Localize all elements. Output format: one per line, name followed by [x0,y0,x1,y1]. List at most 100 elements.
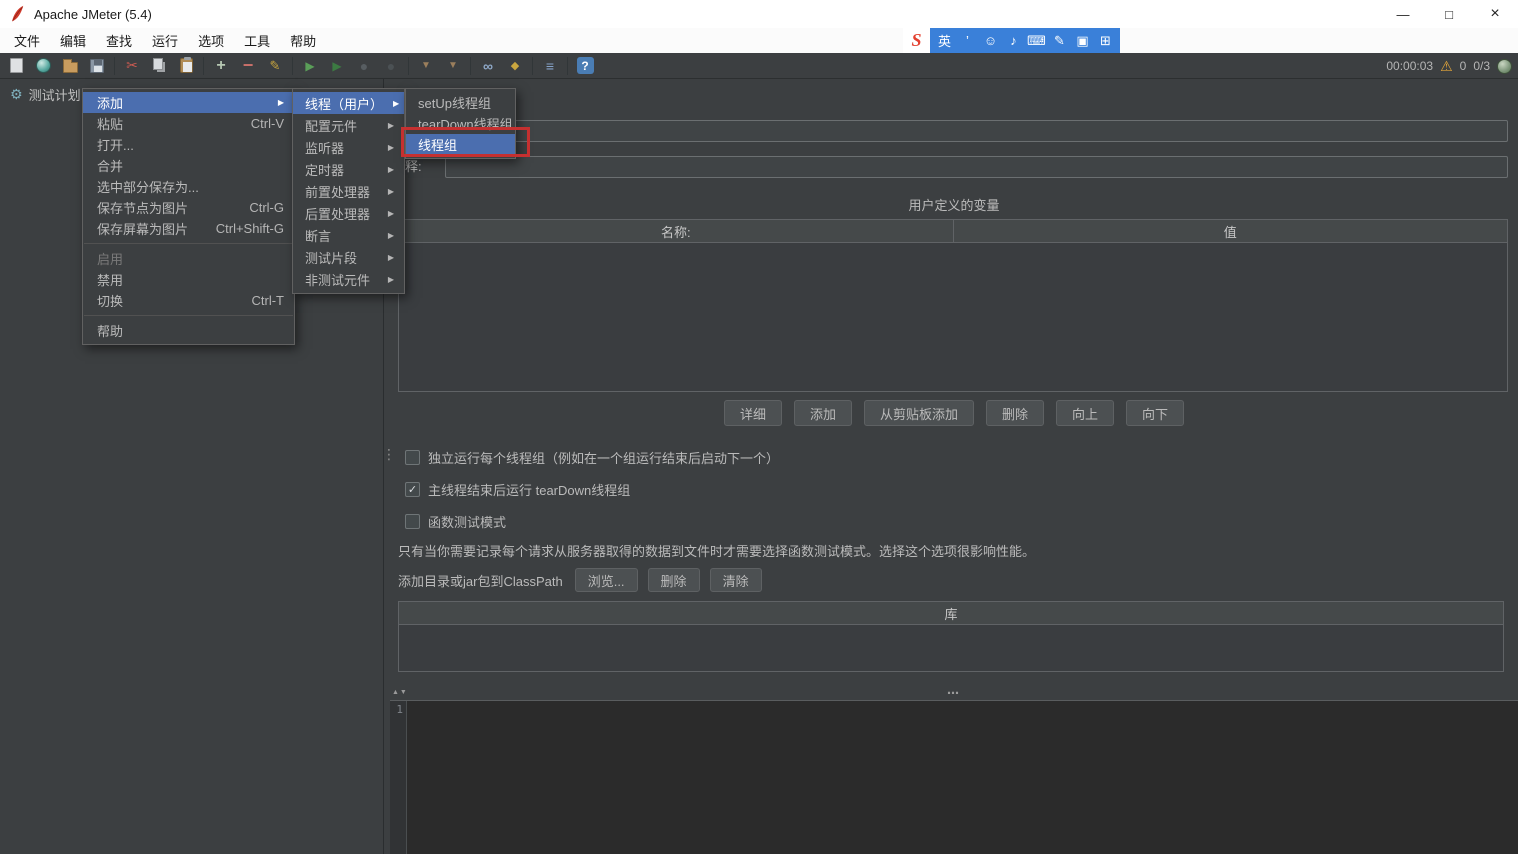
menu-item-paste[interactable]: 粘贴 Ctrl-V [83,113,294,134]
start-icon[interactable]: ▶ [300,56,320,76]
shutdown-icon[interactable]: ● [381,56,401,76]
menu-run[interactable]: 运行 [142,28,188,53]
expand-all-icon[interactable]: + [211,56,231,76]
udv-actions: 详细 添加 从剪贴板添加 删除 向上 向下 [390,400,1518,426]
keyboard-icon[interactable]: ⌨ [1025,33,1048,49]
collapse-all-icon[interactable]: − [238,55,258,76]
save-icon[interactable] [87,56,107,76]
microphone-icon[interactable]: ♪ [1002,33,1025,48]
menu-item-label: 切换 [97,294,124,309]
toggle-icon[interactable]: ✎ [265,56,285,76]
maximize-button[interactable]: □ [1426,0,1472,28]
menu-item-label: 帮助 [97,324,124,339]
teardown-run-label: 主线程结束后运行 tearDown线程组 [428,483,631,498]
menu-item-open[interactable]: 打开... [83,134,294,155]
serial-run-row: 独立运行每个线程组（例如在一个组运行结束后启动下一个） [405,449,779,466]
detail-button[interactable]: 详细 [723,400,782,426]
lang-indicator[interactable]: 英 [933,31,956,50]
menu-item-test-fragment[interactable]: 测试片段 ▶ [293,246,404,268]
window-title: Apache JMeter (5.4) [34,6,152,22]
udv-table-body[interactable] [399,243,1507,391]
submenu-arrow-icon: ▶ [387,142,394,152]
menu-edit[interactable]: 编辑 [50,28,96,53]
menu-item-toggle[interactable]: 切换 Ctrl-T [83,290,294,311]
menu-item-help[interactable]: 帮助 [83,320,294,341]
menu-item-assertion[interactable]: 断言 ▶ [293,224,404,246]
clear-one-icon[interactable]: ▼ [416,56,436,76]
classpath-clear-button[interactable]: 清除 [709,568,762,592]
menu-options[interactable]: 选项 [188,28,234,53]
menu-item-save-selection-as[interactable]: 选中部分保存为... [83,176,294,197]
help-icon[interactable]: ? [575,56,595,76]
copy-icon[interactable] [149,56,169,76]
menu-item-config-element[interactable]: 配置元件 ▶ [293,114,404,136]
library-table: 库 [398,601,1504,672]
menu-item-listener[interactable]: 监听器 ▶ [293,136,404,158]
new-plan-icon[interactable] [6,56,26,76]
close-button[interactable]: × [1472,0,1518,28]
menu-search[interactable]: 查找 [96,28,142,53]
down-button[interactable]: 向下 [1126,400,1185,426]
grid-icon[interactable]: ⊞ [1094,33,1117,49]
open-file-icon[interactable] [60,56,80,76]
emoji-face-icon[interactable]: ☺ [979,33,1002,48]
apostrophe-icon[interactable]: ’ [956,33,979,48]
functional-test-checkbox[interactable] [405,514,420,529]
search-icon[interactable]: ∞ [478,56,498,76]
titlebar: Apache JMeter (5.4) — □ × [0,0,1518,28]
menu-item-setup-thread-group[interactable]: setUp线程组 [406,92,515,113]
handwriting-icon[interactable]: ✎ [1048,33,1071,49]
warning-count: 0 [1459,59,1467,73]
menubar: 文件 编辑 查找 运行 选项 工具 帮助 S 英 ’ ☺ ♪ ⌨ ✎ ▣ ⊞ [0,28,1518,53]
teardown-run-checkbox[interactable]: ✓ [405,482,420,497]
menu-item-threads-users[interactable]: 线程（用户） ▶ [293,92,404,114]
menu-item-label: 打开... [97,138,134,153]
warning-icon[interactable]: ⚠ [1440,58,1453,75]
templates-icon[interactable] [33,56,53,76]
menu-shortcut: Ctrl-V [250,116,284,131]
minimize-button[interactable]: — [1380,0,1426,28]
menu-help[interactable]: 帮助 [280,28,326,53]
delete-button[interactable]: 删除 [986,400,1045,426]
up-button[interactable]: 向上 [1056,400,1115,426]
start-no-pauses-icon[interactable]: ▶ [327,56,347,76]
function-helper-icon[interactable]: ≡ [540,56,560,76]
menu-item-disable[interactable]: 禁用 [83,269,294,290]
browse-button[interactable]: 浏览... [574,568,638,592]
log-editor[interactable] [407,701,1518,854]
toolbar: ✂ + − ✎ ▶ ▶ ● ● ▼ ▼ ∞ ◆ ≡ ? 00:00:03 ⚠ 0… [0,53,1518,79]
menu-item-add[interactable]: 添加 ▶ [83,92,294,113]
functional-test-label: 函数测试模式 [428,515,507,530]
search-reset-icon[interactable]: ◆ [505,56,525,76]
add-button[interactable]: 添加 [793,400,852,426]
menu-item-enable[interactable]: 启用 [83,248,294,269]
menu-item-merge[interactable]: 合并 [83,155,294,176]
comments-input[interactable] [445,156,1508,178]
classpath-delete-button[interactable]: 删除 [647,568,700,592]
menu-item-non-test-element[interactable]: 非测试元件 ▶ [293,268,404,290]
menu-item-label: 后置处理器 [305,206,371,222]
submenu-arrow-icon: ▶ [387,164,394,174]
menu-item-save-screen-as-image[interactable]: 保存屏幕为图片 Ctrl+Shift-G [83,218,294,239]
skin-icon[interactable]: ▣ [1071,33,1094,49]
clear-all-icon[interactable]: ▼ [443,56,463,76]
classpath-row: 添加目录或jar包到ClassPath 浏览... 删除 清除 [398,568,762,592]
log-line-number: 1 [396,703,403,716]
paste-icon[interactable] [176,56,196,76]
add-from-clipboard-button[interactable]: 从剪贴板添加 [863,400,974,426]
stop-icon[interactable]: ● [354,56,374,76]
menu-file[interactable]: 文件 [4,28,50,53]
menu-item-postprocessor[interactable]: 后置处理器 ▶ [293,202,404,224]
sogou-logo-icon[interactable]: S [903,28,930,53]
menu-item-save-node-as-image[interactable]: 保存节点为图片 Ctrl-G [83,197,294,218]
cut-icon[interactable]: ✂ [122,56,142,76]
submenu-arrow-icon: ▶ [387,186,394,196]
serial-run-checkbox[interactable] [405,450,420,465]
menu-item-timer[interactable]: 定时器 ▶ [293,158,404,180]
menu-item-preprocessor[interactable]: 前置处理器 ▶ [293,180,404,202]
library-table-body[interactable] [399,625,1503,671]
tree-node-test-plan[interactable]: ⚙ 测试计划 [10,85,81,104]
name-input[interactable] [445,120,1508,142]
divider-handle-icon[interactable]: ⋯ [390,686,1518,700]
menu-tools[interactable]: 工具 [234,28,280,53]
